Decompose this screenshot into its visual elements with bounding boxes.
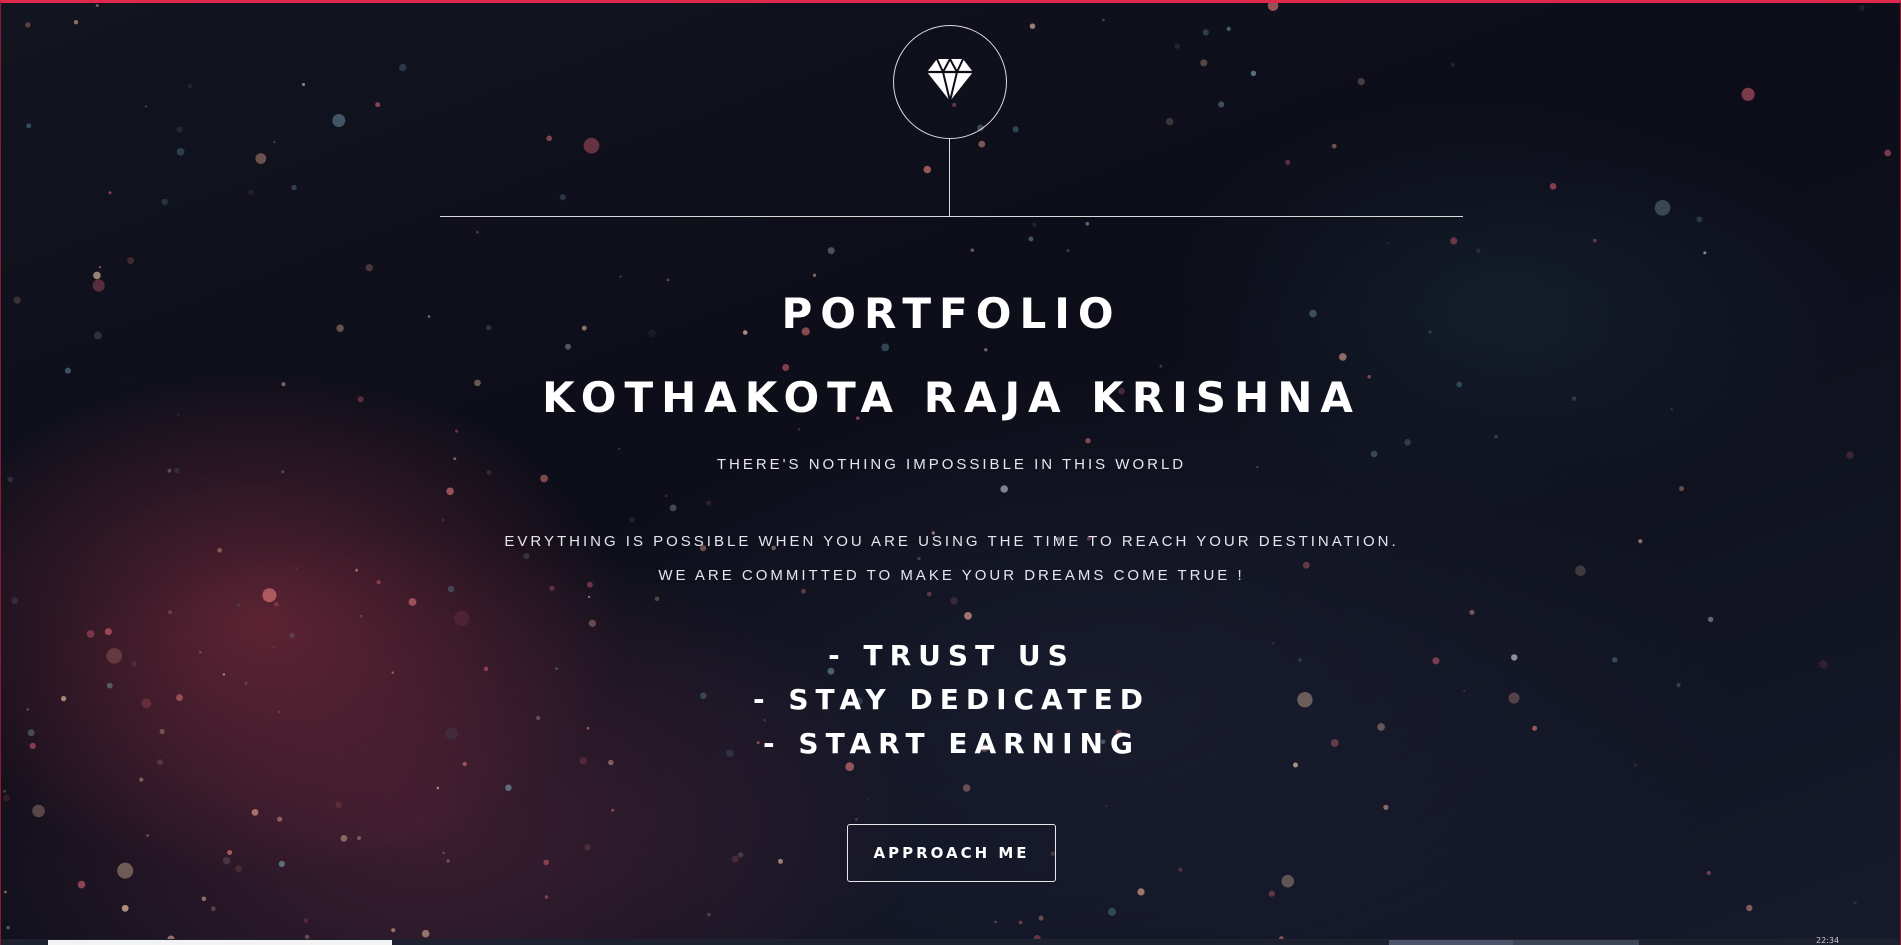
taskbar-item[interactable] bbox=[48, 940, 392, 945]
diamond-icon bbox=[925, 57, 975, 108]
logo-connector-line bbox=[949, 139, 950, 217]
header-divider bbox=[440, 216, 1463, 217]
hero-section: PORTFOLIO KOTHAKOTA RAJA KRISHNA THERE'S… bbox=[0, 0, 1901, 945]
hero-content: PORTFOLIO KOTHAKOTA RAJA KRISHNA THERE'S… bbox=[1, 3, 1900, 945]
motto-earning: - START EARNING bbox=[763, 727, 1140, 760]
approach-me-button[interactable]: APPROACH ME bbox=[847, 824, 1056, 882]
description-line-1: EVRYTHING IS POSSIBLE WHEN YOU ARE USING… bbox=[504, 533, 1399, 550]
tagline: THERE'S NOTHING IMPOSSIBLE IN THIS WORLD bbox=[716, 456, 1187, 473]
page-title: PORTFOLIO bbox=[781, 289, 1122, 338]
motto-dedicated: - STAY DEDICATED bbox=[752, 683, 1151, 716]
taskbar-item[interactable] bbox=[1513, 940, 1639, 945]
motto-trust: - TRUST US bbox=[828, 639, 1075, 672]
description-line-2: WE ARE COMMITTED TO MAKE YOUR DREAMS COM… bbox=[658, 567, 1245, 584]
logo-badge[interactable] bbox=[893, 25, 1007, 139]
taskbar-clock: 22:34 bbox=[1816, 936, 1840, 945]
owner-name: KOTHAKOTA RAJA KRISHNA bbox=[542, 373, 1361, 422]
taskbar: 22:34 bbox=[1, 936, 1900, 945]
taskbar-item[interactable] bbox=[1389, 940, 1513, 945]
